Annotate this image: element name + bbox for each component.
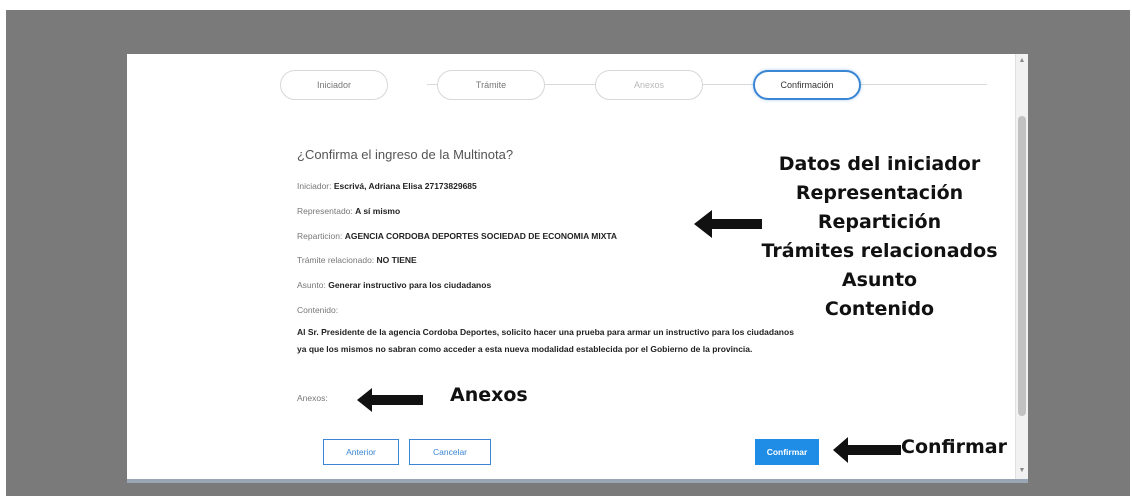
arrow-left-icon [357,388,423,412]
step-tramite[interactable]: Trámite [437,70,545,100]
annotation-anexos: Anexos [450,384,528,406]
field-value: A sí mismo [355,206,401,216]
step-iniciador[interactable]: Iniciador [280,70,388,100]
annotation-item: Representación [795,182,964,204]
field-asunto: Asunto: Generar instructivo para los ciu… [297,280,491,290]
field-value: Escrivá, Adriana Elisa 27173829685 [333,181,477,191]
step-anexos[interactable]: Anexos [595,70,703,100]
scroll-down-icon[interactable]: ▼ [1016,466,1028,476]
field-contenido: Contenido: [297,305,338,315]
step-confirmacion[interactable]: Confirmación [753,70,861,100]
field-label: Trámite relacionado: [297,255,375,265]
arrow-left-icon [833,437,901,463]
field-label: Anexos: [297,393,328,403]
field-label: Representado: [297,206,353,216]
arrow-left-icon [694,210,762,238]
contenido-line: ya que los mismos no sabran como acceder… [297,344,753,354]
step-label: Trámite [475,80,507,90]
annotation-field-list: Datos del iniciador Representación Repar… [752,150,1007,324]
taskbar-strip [127,479,1028,483]
field-label: Iniciador: [297,181,332,191]
page-title: ¿Confirma el ingreso de la Multinota? [297,147,514,162]
field-anexos: Anexos: [297,393,328,403]
contenido-line: Al Sr. Presidente de la agencia Cordoba … [297,327,794,337]
field-label: Asunto: [297,280,326,290]
annotation-item: Asunto [841,269,918,291]
scroll-thumb[interactable] [1018,116,1026,416]
field-value: Generar instructivo para los ciudadanos [328,280,492,290]
scroll-up-icon[interactable]: ▲ [1016,56,1028,66]
annotation-item: Trámites relacionados [761,240,998,262]
field-value: AGENCIA CORDOBA DEPORTES SOCIEDAD DE ECO… [344,231,618,241]
cancelar-button[interactable]: Cancelar [409,439,491,465]
step-label: Confirmación [780,80,834,90]
anterior-button[interactable]: Anterior [323,439,399,465]
annotation-item: Datos del iniciador [778,153,981,175]
field-label: Contenido: [297,305,339,315]
field-representado: Representado: A sí mismo [297,206,400,216]
annotation-item: Contenido [824,298,935,320]
field-label: Reparticion: [297,231,343,241]
field-tramite-relacionado: Trámite relacionado: NO TIENE [297,255,417,265]
confirmar-button[interactable]: Confirmar [755,439,819,465]
annotation-confirmar: Confirmar [901,436,1007,458]
step-label: Anexos [633,80,665,90]
vertical-scrollbar[interactable]: ▲ ▼ [1015,54,1028,479]
field-iniciador: Iniciador: Escrivá, Adriana Elisa 271738… [297,181,477,191]
step-label: Iniciador [316,80,352,90]
annotation-item: Repartición [817,211,942,233]
field-value: NO TIENE [376,255,417,265]
contenido-text: Al Sr. Presidente de la agencia Cordoba … [297,324,897,358]
field-reparticion: Reparticion: AGENCIA CORDOBA DEPORTES SO… [297,231,617,241]
